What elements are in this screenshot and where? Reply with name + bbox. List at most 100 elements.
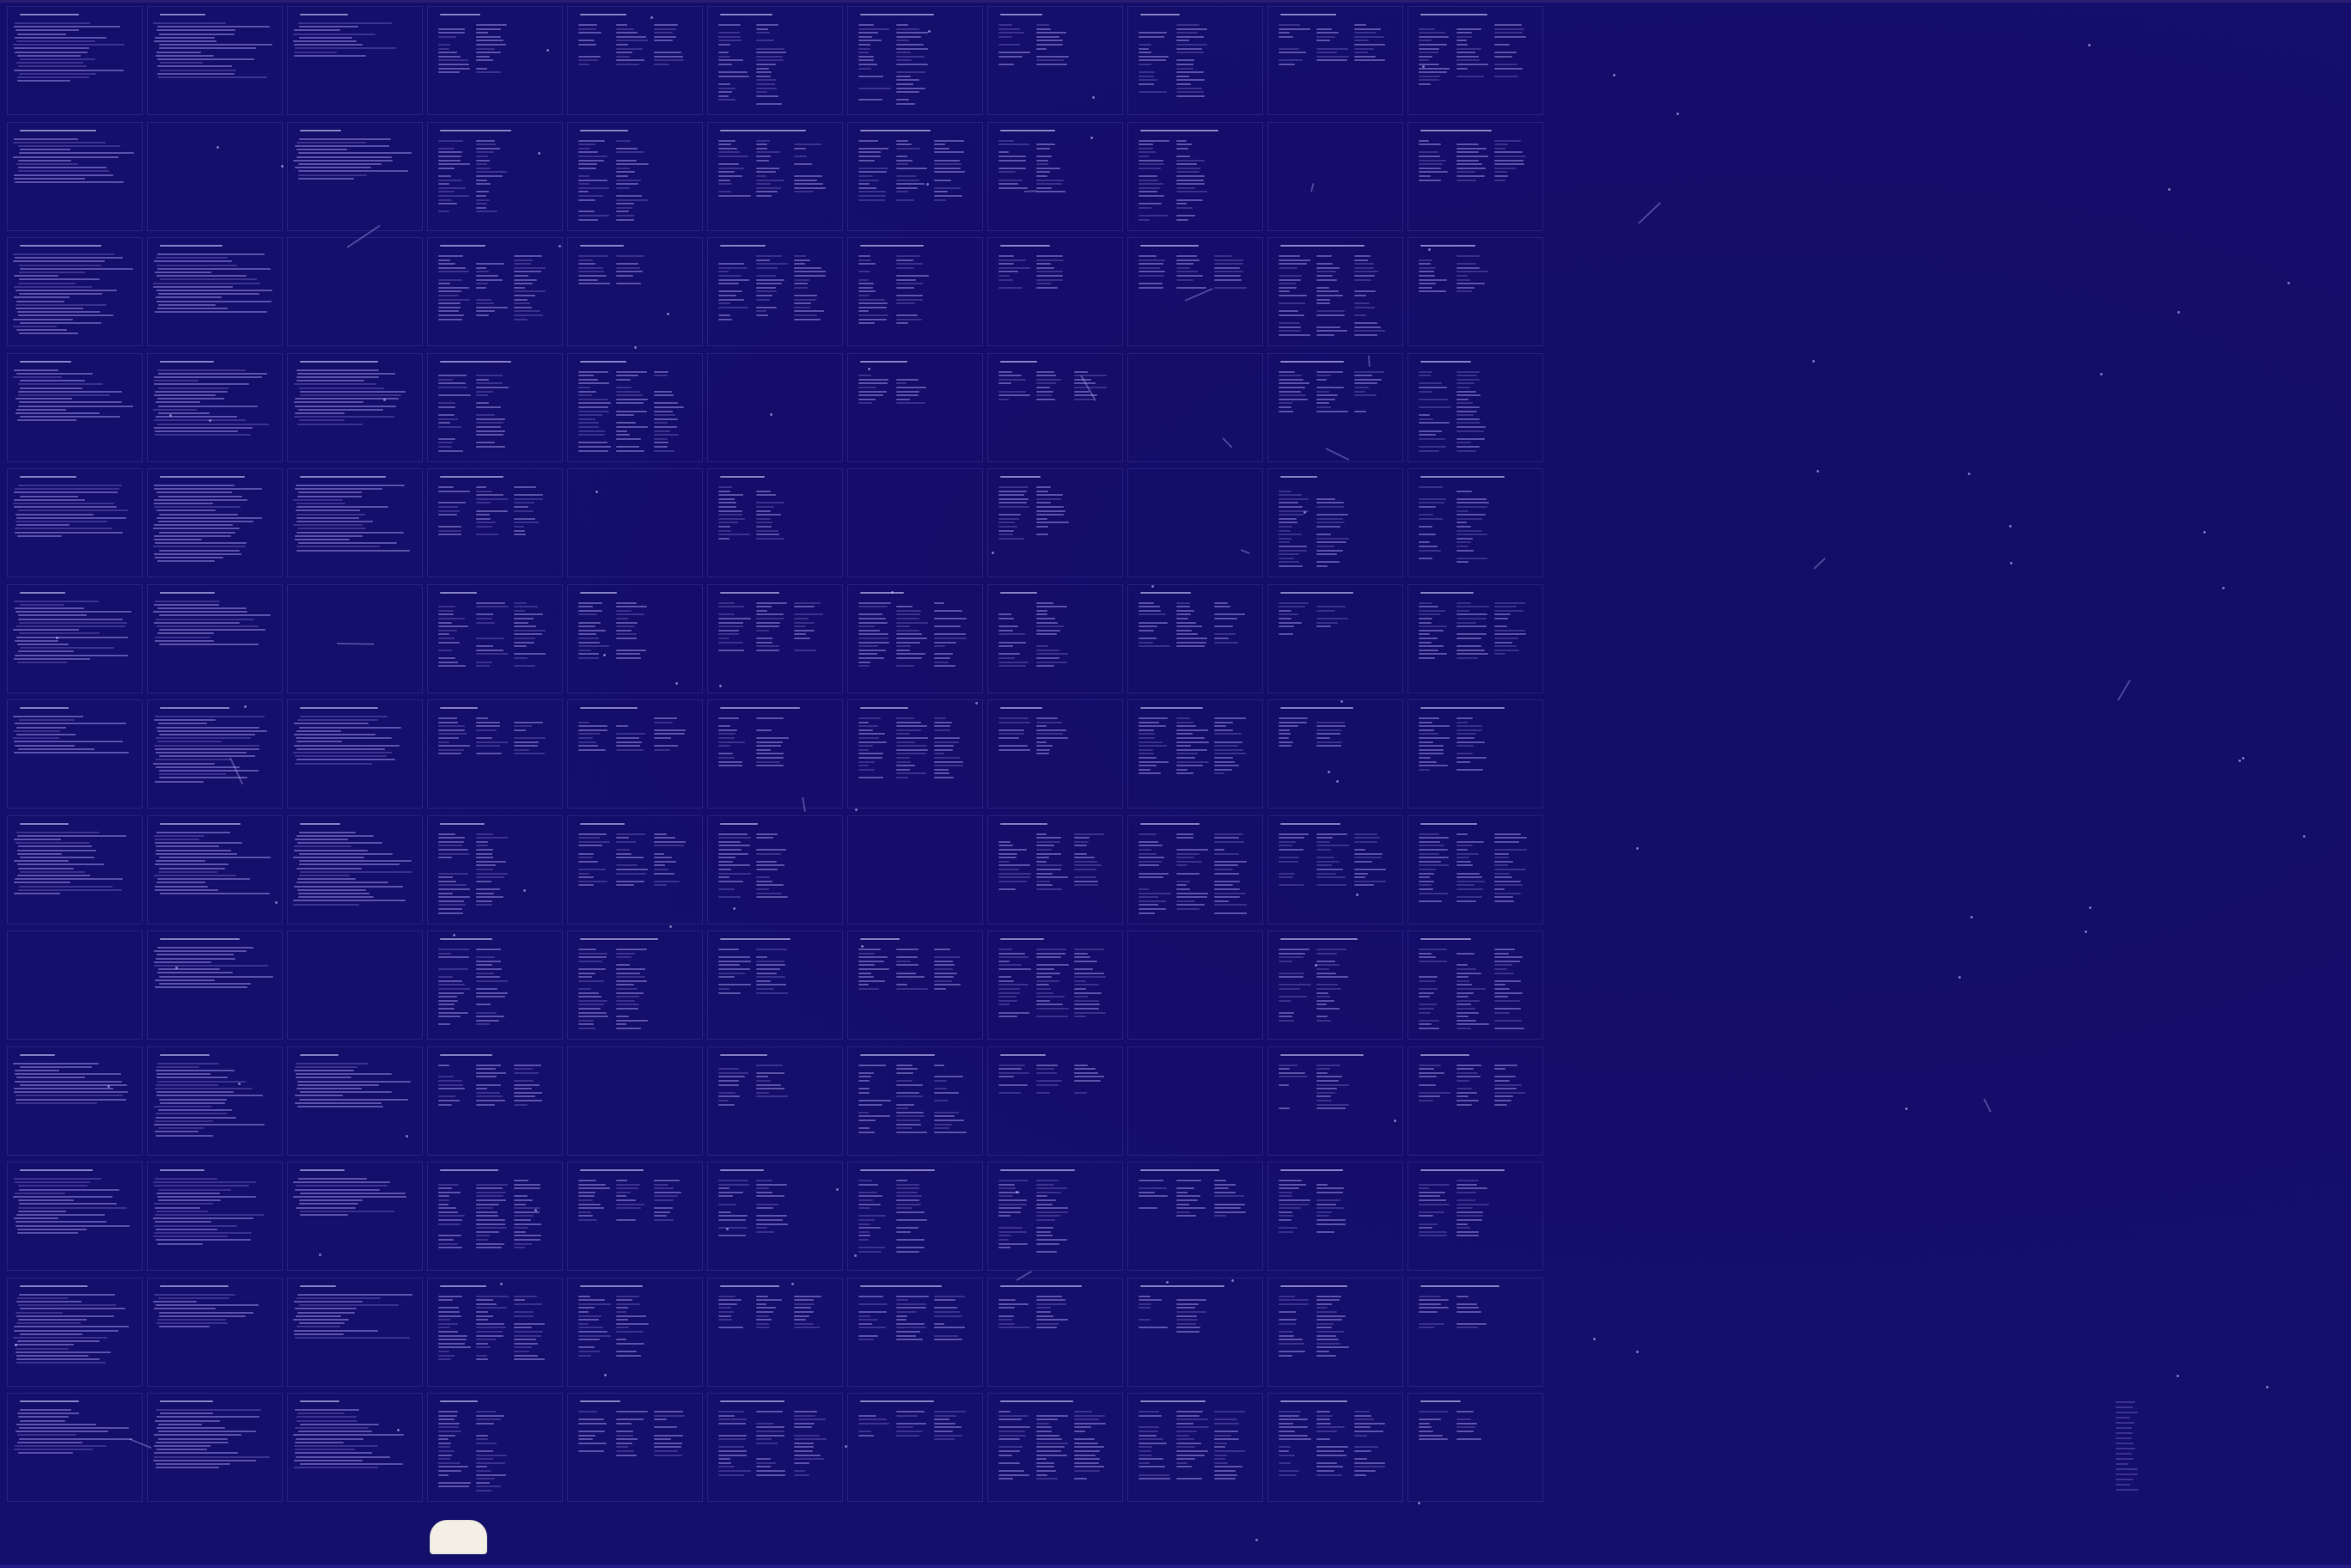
frame-table-cell <box>1139 645 1171 648</box>
frame-header-line <box>160 14 206 15</box>
frame-table-cell <box>1139 59 1166 62</box>
frame-table-cell <box>998 494 1024 497</box>
frame-table-cell <box>1456 860 1472 863</box>
frame-table-cell <box>1279 1310 1297 1313</box>
frame-table-cell <box>1316 733 1340 735</box>
frame-text-line <box>155 1304 260 1307</box>
frame-table-cell <box>1176 625 1202 628</box>
frame-table-cell <box>1176 633 1199 636</box>
frame-table-cell <box>1036 1215 1061 1217</box>
frame-table-cell <box>1279 1016 1293 1018</box>
frame-table-cell <box>896 1068 918 1071</box>
frame-table-cell <box>1316 506 1344 508</box>
frame-table-cell <box>1494 880 1522 882</box>
frame-table-cell <box>438 892 453 894</box>
frame-table-cell <box>1279 617 1292 619</box>
frame-table-cell <box>476 1458 493 1461</box>
frame-table-cell <box>578 255 609 257</box>
frame-table-cell <box>1176 191 1207 193</box>
frame-table-cell <box>1279 334 1311 336</box>
frame-text-line <box>13 26 121 28</box>
frame-table-cell <box>514 613 543 616</box>
frame-table-cell <box>476 1211 498 1213</box>
frame-text-line <box>296 380 364 382</box>
frame-table-cell <box>1036 1322 1059 1325</box>
frame-text-line <box>156 491 232 494</box>
film-scratch <box>1638 202 1661 225</box>
frame-table-cell <box>998 1076 1014 1078</box>
frame-table-cell <box>476 55 491 58</box>
frame-table-cell <box>616 1199 636 1201</box>
frame-table-cell <box>794 183 823 186</box>
frame-text-line <box>156 29 235 32</box>
frame-table-cell <box>1316 1223 1346 1225</box>
frame-table-cell <box>998 1450 1021 1452</box>
frame-table-cell <box>438 848 468 851</box>
frame-table-cell <box>896 741 916 743</box>
frame-table-cell <box>616 1411 648 1412</box>
frame-table-cell <box>794 1426 813 1429</box>
frame-table-cell <box>1176 864 1188 867</box>
frame-table-cell <box>1316 541 1347 544</box>
frame-table-cell <box>1279 375 1303 377</box>
frame-table-cell <box>1176 745 1192 747</box>
frame-table-cell <box>1316 378 1328 381</box>
frame-table-cell <box>1316 375 1332 377</box>
frame-table-cell <box>1036 737 1069 739</box>
frame-table-cell <box>514 534 527 536</box>
frame-table-cell <box>1139 203 1162 205</box>
frame-table-cell <box>1419 1191 1446 1193</box>
frame-table-cell <box>1316 286 1329 289</box>
frame-table-cell <box>1456 1091 1477 1094</box>
frame-table-cell <box>514 1230 527 1233</box>
frame-text-line <box>17 1318 88 1321</box>
frame-table-cell <box>1139 629 1154 631</box>
frame-table-cell <box>756 1215 787 1217</box>
frame-text-line <box>298 1098 409 1101</box>
frame-table-cell <box>1494 67 1523 70</box>
frame-table-cell <box>858 290 876 293</box>
frame-table-cell <box>718 40 742 42</box>
frame-table-cell <box>718 271 730 273</box>
frame-text-line <box>15 1431 109 1433</box>
frame-text-line <box>154 719 216 722</box>
frame-table-cell <box>1279 529 1291 532</box>
frame-table-cell <box>858 44 871 46</box>
frame-text-line <box>159 69 236 71</box>
frame-text-line <box>293 752 392 753</box>
frame-table-cell <box>896 1091 920 1094</box>
frame-table-cell <box>476 896 504 899</box>
frame-table-cell <box>578 609 603 612</box>
frame-table-cell <box>1494 833 1522 835</box>
frame-table-cell <box>616 956 632 959</box>
frame-table-cell <box>756 298 771 301</box>
frame-table-cell <box>438 418 459 420</box>
frame-table-cell <box>998 502 1027 504</box>
frame-table-cell <box>896 1123 921 1126</box>
fiche-frame <box>1408 121 1543 231</box>
index-marker-line <box>2116 1437 2133 1439</box>
frame-table-cell <box>896 295 924 296</box>
frame-table-cell <box>578 398 609 400</box>
frame-table-cell <box>1456 386 1471 388</box>
frame-text-line <box>13 491 119 494</box>
frame-text-line <box>296 549 410 552</box>
frame-header-line <box>440 1169 498 1171</box>
frame-table-cell <box>896 1191 918 1193</box>
frame-table-cell <box>1074 1426 1091 1429</box>
frame-table-cell <box>1139 155 1150 157</box>
frame-text-line <box>16 1423 96 1425</box>
frame-table-cell <box>794 1414 815 1417</box>
frame-table-cell <box>718 1183 750 1186</box>
frame-table-cell <box>858 1319 878 1321</box>
frame-table-cell <box>998 1478 1013 1480</box>
frame-table-cell <box>438 1199 450 1201</box>
frame-text-line <box>15 1077 85 1079</box>
fiche-frame <box>1127 815 1263 924</box>
frame-table-cell <box>514 302 531 305</box>
frame-table-cell <box>896 1211 925 1213</box>
frame-table-cell <box>896 83 913 85</box>
frame-table-cell <box>476 741 509 743</box>
frame-text-line <box>296 528 366 530</box>
frame-table-cell <box>1494 653 1505 656</box>
